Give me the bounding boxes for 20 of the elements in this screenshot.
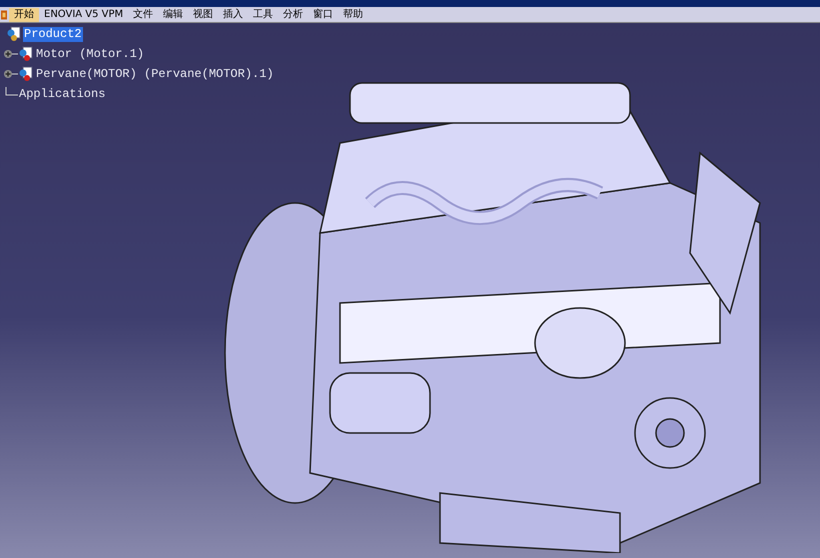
menu-item[interactable]: 窗口 bbox=[308, 8, 338, 22]
menu-item[interactable]: 开始 bbox=[9, 8, 39, 22]
component-icon bbox=[18, 46, 34, 62]
menu-item[interactable]: 视图 bbox=[188, 8, 218, 22]
expand-icon[interactable] bbox=[4, 69, 18, 79]
tree-item[interactable]: Applications bbox=[18, 86, 106, 102]
tree-item[interactable]: Motor (Motor.1) bbox=[35, 46, 146, 62]
tree-item[interactable]: Product2 bbox=[23, 26, 83, 42]
menu-item[interactable]: ENOVIA V5 VPM bbox=[39, 8, 128, 22]
menu-item[interactable]: 帮助 bbox=[338, 8, 368, 22]
app-icon[interactable] bbox=[1, 8, 7, 20]
tree-item[interactable]: Pervane(MOTOR) (Pervane(MOTOR).1) bbox=[35, 66, 275, 82]
component-icon bbox=[18, 66, 34, 82]
menu-item[interactable]: 文件 bbox=[128, 8, 158, 22]
product-icon bbox=[6, 26, 22, 42]
menu-item[interactable]: 工具 bbox=[248, 8, 278, 22]
expand-icon[interactable] bbox=[4, 49, 18, 59]
menu-item[interactable]: 编辑 bbox=[158, 8, 188, 22]
menu-item[interactable]: 分析 bbox=[278, 8, 308, 22]
menu-item[interactable]: 插入 bbox=[218, 8, 248, 22]
